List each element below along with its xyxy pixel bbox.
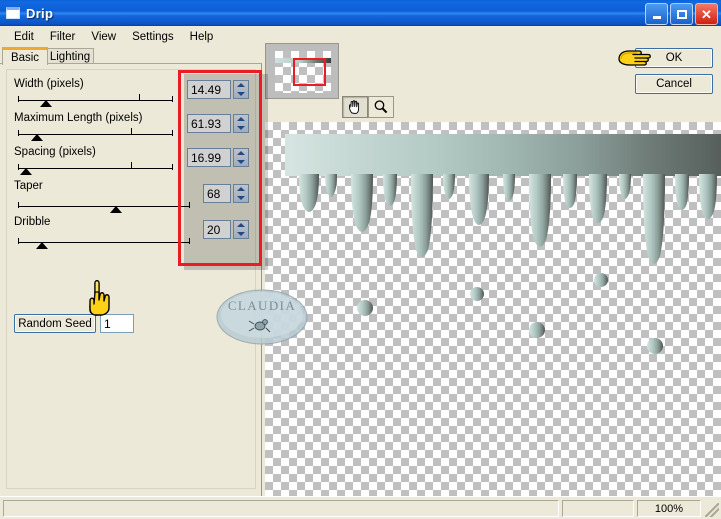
window-icon bbox=[6, 7, 20, 19]
tab-strip: Lighting Basic bbox=[0, 47, 262, 65]
drip-plugin-window: Drip ✕ Edit Filter View Settings Help Li… bbox=[0, 0, 721, 519]
status-zoom-cell: 100% bbox=[637, 500, 701, 517]
minimize-button[interactable] bbox=[645, 3, 668, 25]
cancel-button[interactable]: Cancel bbox=[635, 74, 713, 94]
hand-pointing-up-icon bbox=[89, 280, 110, 316]
navigator-thumbnail[interactable] bbox=[265, 43, 339, 99]
preview-canvas[interactable] bbox=[265, 122, 721, 496]
status-bar: 100% bbox=[0, 496, 721, 519]
pan-tool-button[interactable] bbox=[342, 96, 368, 118]
slider-taper[interactable] bbox=[18, 200, 190, 214]
slider-width[interactable] bbox=[18, 94, 173, 108]
close-button[interactable]: ✕ bbox=[695, 3, 718, 25]
slider-thumb[interactable] bbox=[36, 242, 49, 249]
watermark-text: CLAUDIA bbox=[228, 298, 296, 313]
slider-tick bbox=[138, 94, 140, 101]
hand-pointing-right-icon bbox=[618, 50, 651, 66]
annotation-highlight-shadow bbox=[184, 74, 268, 270]
slider-end-left bbox=[18, 202, 19, 208]
menu-bar: Edit Filter View Settings Help bbox=[0, 26, 721, 47]
slider-spacing[interactable] bbox=[18, 162, 173, 176]
slider-thumb[interactable] bbox=[19, 168, 32, 175]
slider-track bbox=[18, 168, 173, 169]
title-bar: Drip ✕ bbox=[0, 0, 721, 26]
slider-maximum-length[interactable] bbox=[18, 128, 173, 142]
status-message-cell bbox=[3, 500, 559, 517]
slider-end-right bbox=[172, 130, 173, 136]
watermark-claudia: CLAUDIA bbox=[216, 289, 308, 345]
slider-thumb[interactable] bbox=[39, 100, 52, 107]
slider-dribble[interactable] bbox=[18, 236, 190, 250]
label-maximum-length: Maximum Length (pixels) bbox=[14, 112, 143, 124]
slider-end-left bbox=[18, 96, 19, 102]
slider-end-right bbox=[172, 164, 173, 170]
navigator-viewport-rect[interactable] bbox=[293, 58, 326, 86]
label-taper: Taper bbox=[14, 180, 43, 192]
preview-toolbar bbox=[342, 96, 394, 118]
menu-item-filter[interactable]: Filter bbox=[42, 29, 84, 45]
minimize-icon bbox=[652, 15, 661, 19]
drip-effect-rendering bbox=[299, 174, 717, 354]
navigator-panel bbox=[265, 43, 339, 99]
tab-lighting[interactable]: Lighting bbox=[46, 48, 94, 64]
pan-hand-icon bbox=[349, 100, 360, 115]
window-title: Drip bbox=[26, 5, 54, 21]
menu-item-edit[interactable]: Edit bbox=[6, 29, 42, 45]
slider-thumb[interactable] bbox=[30, 134, 43, 141]
menu-item-settings[interactable]: Settings bbox=[124, 29, 182, 45]
maximize-button[interactable] bbox=[670, 3, 693, 25]
slider-track bbox=[18, 206, 190, 207]
menu-item-view[interactable]: View bbox=[83, 29, 124, 45]
slider-end-left bbox=[18, 130, 19, 136]
status-cell-2 bbox=[562, 500, 634, 517]
close-icon: ✕ bbox=[701, 6, 712, 22]
label-dribble: Dribble bbox=[14, 216, 51, 228]
slider-end-right bbox=[172, 96, 173, 102]
magnifier-icon bbox=[374, 100, 388, 114]
label-width: Width (pixels) bbox=[14, 78, 84, 90]
slider-tick bbox=[131, 128, 133, 135]
tab-basic[interactable]: Basic bbox=[2, 47, 48, 65]
menu-item-help[interactable]: Help bbox=[182, 29, 222, 45]
window-controls: ✕ bbox=[645, 3, 718, 25]
label-spacing: Spacing (pixels) bbox=[14, 146, 96, 158]
resize-grip-icon[interactable] bbox=[705, 503, 719, 517]
slider-thumb[interactable] bbox=[110, 206, 123, 213]
slider-end-left bbox=[18, 238, 19, 244]
slider-tick bbox=[131, 162, 133, 169]
maximize-icon bbox=[676, 9, 687, 19]
zoom-tool-button[interactable] bbox=[368, 96, 394, 118]
